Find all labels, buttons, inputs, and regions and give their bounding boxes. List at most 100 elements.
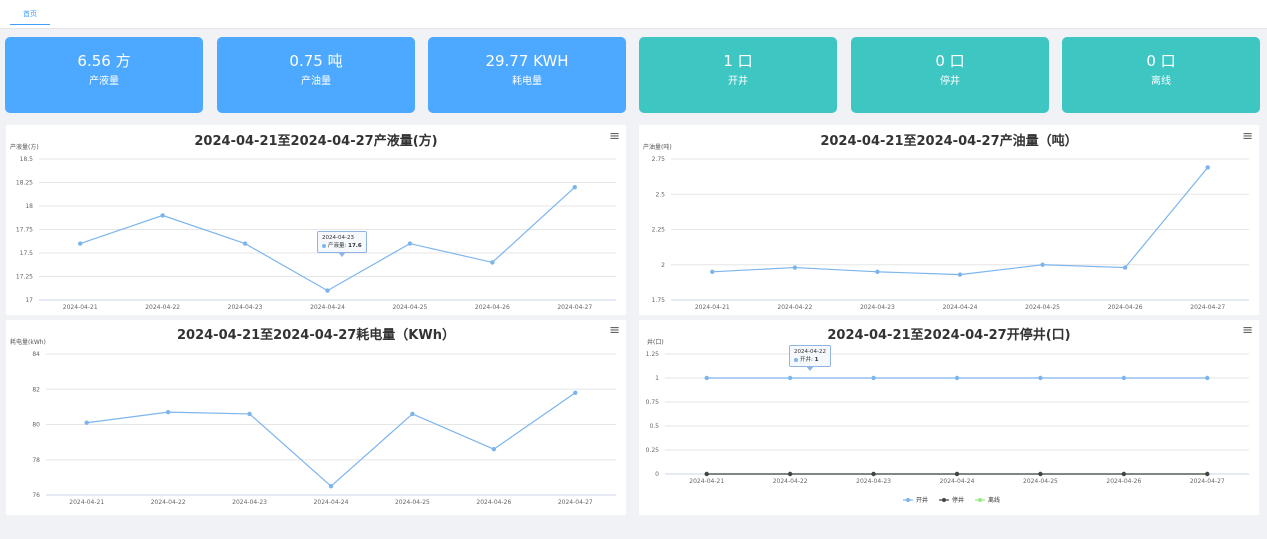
x-tick-label: 2024-04-27 <box>558 499 593 506</box>
card-label: 开井 <box>728 76 748 87</box>
x-tick-label: 2024-04-25 <box>392 304 427 311</box>
data-point <box>247 411 252 417</box>
x-tick-label: 2024-04-23 <box>856 478 891 485</box>
data-point <box>490 260 495 265</box>
data-point <box>704 471 709 477</box>
card-label: 产油量 <box>301 76 331 87</box>
x-tick-label: 2024-04-24 <box>940 478 975 485</box>
data-point <box>871 375 876 381</box>
data-point <box>84 420 89 425</box>
card-value: 1 口 <box>723 52 753 70</box>
y-tick-label: 84 <box>32 351 40 358</box>
card-stopped-wells: 0 口 停井 <box>851 37 1049 113</box>
card-open-wells: 1 口 开井 <box>639 37 837 113</box>
legend-item: 开井 <box>916 496 928 504</box>
y-tick-label: 82 <box>32 386 40 393</box>
x-tick-label: 2024-04-26 <box>1108 304 1143 311</box>
legend-marker <box>942 498 946 502</box>
chart-plot: 0 0.25 0.5 0.75 1 1.25 2024-04-21 2024-04-22 202… <box>646 351 1249 504</box>
legend-item: 停井 <box>952 496 964 504</box>
tooltip-dot <box>322 243 326 248</box>
tooltip-series: 开井 <box>800 357 812 363</box>
card-value: 0.75 吨 <box>289 52 343 70</box>
y-tick-label: 2.75 <box>652 156 666 163</box>
card-value: 6.56 方 <box>77 52 131 70</box>
y-tick-label: 80 <box>32 422 40 429</box>
chart-plot: 17 17.25 17.5 17.75 18 18.25 18.5 2024-04-21 202… <box>16 156 616 311</box>
chart-panel-liquid: 2024-04-21至2024-04-27产液量(方) ≡ 产液量(方) 17 1… <box>6 125 626 315</box>
x-tick-label: 2024-04-24 <box>943 304 978 311</box>
data-point <box>78 241 83 246</box>
data-point <box>871 471 876 477</box>
card-offline-wells: 0 口 离线 <box>1062 37 1260 113</box>
data-point <box>1122 265 1128 270</box>
x-tick-label: 2024-04-22 <box>145 304 180 311</box>
x-tick-label: 2024-04-21 <box>695 304 730 311</box>
x-tick-label: 2024-04-27 <box>1190 304 1225 311</box>
card-oil-output: 0.75 吨 产油量 <box>217 37 415 113</box>
card-value: 29.77 KWH <box>485 52 569 70</box>
x-tick-label: 2024-04-23 <box>228 304 263 311</box>
data-point <box>787 375 793 381</box>
y-tick-label: 78 <box>32 457 40 464</box>
card-label: 耗电量 <box>512 76 542 87</box>
y-tick-label: 0.25 <box>646 447 660 454</box>
data-point <box>1040 262 1045 267</box>
x-tick-label: 2024-04-24 <box>314 499 349 506</box>
legend-item: 离线 <box>988 496 1000 504</box>
data-point <box>1038 471 1043 477</box>
card-label: 产液量 <box>89 76 119 87</box>
data-point <box>875 269 880 274</box>
top-tab-bar: 首页 <box>0 0 1267 29</box>
x-tick-label: 2024-04-22 <box>777 304 812 311</box>
data-point <box>1121 375 1127 381</box>
data-point <box>954 471 960 477</box>
x-tick-label: 2024-04-26 <box>475 304 510 311</box>
data-point <box>1205 165 1210 170</box>
y-tick-label: 2 <box>661 262 665 269</box>
x-tick-label: 2024-04-21 <box>689 478 724 485</box>
y-tick-label: 17 <box>25 297 33 304</box>
y-tick-label: 18.5 <box>20 156 34 163</box>
y-tick-label: 1 <box>655 375 659 382</box>
y-tick-label: 2.5 <box>655 191 665 198</box>
chart-tooltip: 2024-04-22 开井: 1 <box>789 345 831 371</box>
x-tick-label: 2024-04-23 <box>232 499 267 506</box>
x-tick-label: 2024-04-25 <box>1023 478 1058 485</box>
data-point <box>787 471 793 477</box>
y-tick-label: 76 <box>32 492 40 499</box>
chart-tooltip: 2024-04-23 产液量: 17.6 <box>317 231 367 257</box>
x-tick-label: 2024-04-27 <box>557 304 592 311</box>
y-tick-label: 0.75 <box>646 399 660 406</box>
data-point <box>710 269 715 274</box>
legend-marker <box>978 498 982 502</box>
y-tick-label: 17.5 <box>20 250 34 257</box>
x-tick-label: 2024-04-26 <box>1106 478 1141 485</box>
y-tick-label: 1.25 <box>646 351 660 358</box>
card-label: 离线 <box>1151 76 1171 87</box>
tooltip-value: 1 <box>814 357 819 363</box>
data-point <box>1205 375 1210 381</box>
chart-plot: 1.75 2 2.25 2.5 2.75 2024-04-21 2024-04-22 2024… <box>652 156 1249 311</box>
tooltip-date: 2024-04-23 <box>322 235 354 241</box>
tab-home[interactable]: 首页 <box>10 5 50 25</box>
x-tick-label: 2024-04-24 <box>310 304 345 311</box>
y-tick-label: 18.25 <box>16 180 33 187</box>
card-liquid-output: 6.56 方 产液量 <box>5 37 203 113</box>
data-point <box>491 446 497 452</box>
data-point <box>954 375 960 381</box>
data-point <box>1121 471 1127 477</box>
data-point <box>407 241 413 246</box>
x-tick-label: 2024-04-23 <box>860 304 895 311</box>
tooltip-date: 2024-04-22 <box>794 349 826 355</box>
y-tick-label: 1.75 <box>652 297 666 304</box>
data-point <box>325 288 330 293</box>
x-tick-label: 2024-04-22 <box>151 499 186 506</box>
x-tick-label: 2024-04-26 <box>476 499 511 506</box>
card-power-consumption: 29.77 KWH 耗电量 <box>428 37 626 113</box>
chart-panel-wells: 2024-04-21至2024-04-27开停井(口) ≡ 井(口) 0 0.25… <box>639 320 1259 515</box>
y-tick-label: 0 <box>655 471 659 478</box>
data-point <box>410 411 415 417</box>
data-point <box>957 272 963 277</box>
series-line <box>712 167 1209 276</box>
